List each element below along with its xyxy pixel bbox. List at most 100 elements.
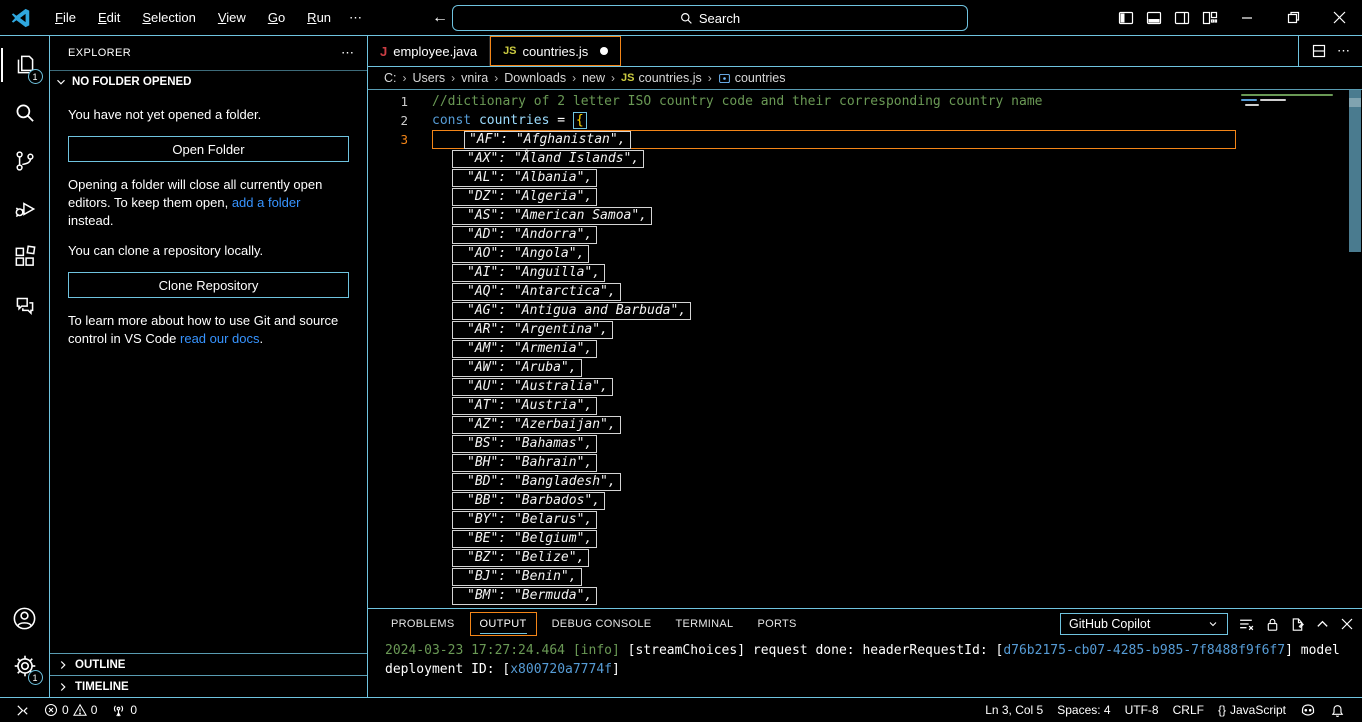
clear-output-icon[interactable] [1238,616,1255,633]
code-line[interactable]: "AD": "Andorra", [368,225,1362,244]
code-line[interactable]: 3"AF": "Afghanistan", [368,130,1362,149]
activity-chat[interactable] [1,282,49,328]
git-docs-note: To learn more about how to use Git and s… [68,312,349,348]
sidebar-actions[interactable]: ⋯ [341,45,355,61]
code-line[interactable]: "BY": "Belarus", [368,510,1362,529]
tab-countries-js[interactable]: JS countries.js [490,36,621,66]
menu-edit[interactable]: Edit [89,6,129,29]
timeline-section[interactable]: TIMELINE [50,675,367,697]
breadcrumb-item[interactable]: Users [411,71,448,85]
code-line[interactable]: "BZ": "Belize", [368,548,1362,567]
encoding[interactable]: UTF-8 [1118,703,1166,717]
code-line[interactable]: "AU": "Australia", [368,377,1362,396]
activity-extensions[interactable] [1,234,49,280]
account-button[interactable] [1,595,49,641]
settings-button[interactable]: 1 [1,643,49,689]
output-log[interactable]: 2024-03-23 17:27:24.464 [info] [streamCh… [368,639,1362,697]
code-line[interactable]: "BH": "Bahrain", [368,453,1362,472]
code-line[interactable]: "AL": "Albania", [368,168,1362,187]
lock-icon[interactable] [1265,617,1280,632]
code-line[interactable]: "BJ": "Benin", [368,567,1362,586]
code-line[interactable]: "BE": "Belgium", [368,529,1362,548]
minimize-button[interactable] [1224,0,1270,35]
restore-button[interactable] [1270,0,1316,35]
modified-dot-icon[interactable] [600,47,608,55]
code-line[interactable]: "AR": "Argentina", [368,320,1362,339]
menu-bar: FileEditSelectionViewGoRun [46,6,340,29]
output-channel-select[interactable]: GitHub Copilot [1060,613,1228,635]
copilot-status[interactable] [1293,702,1323,718]
code-line[interactable]: "AW": "Aruba", [368,358,1362,377]
code-line[interactable]: "AI": "Anguilla", [368,263,1362,282]
breadcrumb-item[interactable]: vnira [459,71,490,85]
menu-run[interactable]: Run [298,6,340,29]
back-arrow-icon[interactable]: ← [432,9,448,27]
menu-selection[interactable]: Selection [133,6,204,29]
breadcrumb-item[interactable]: JScountries.js [619,71,704,85]
panel-tab-terminal[interactable]: TERMINAL [666,613,742,635]
code-line[interactable]: "BS": "Bahamas", [368,434,1362,453]
breadcrumb-item[interactable]: countries [716,71,788,85]
toggle-sidebar-icon[interactable] [1112,4,1140,32]
tab-employee-java[interactable]: J employee.java [368,36,490,66]
toggle-secondary-sidebar-icon[interactable] [1168,4,1196,32]
breadcrumb-item[interactable]: new [580,71,607,85]
code-line[interactable]: "BB": "Barbados", [368,491,1362,510]
scrollbar-thumb[interactable] [1349,90,1361,252]
customize-layout-icon[interactable] [1196,4,1224,32]
panel-tab-output[interactable]: OUTPUT [470,612,537,636]
code-line[interactable]: "AQ": "Antarctica", [368,282,1362,301]
code-line[interactable]: "BD": "Bangladesh", [368,472,1362,491]
close-window-button[interactable] [1316,0,1362,35]
close-panel-icon[interactable] [1340,617,1354,631]
editor-scrollbar[interactable] [1348,90,1362,608]
breadcrumb-item[interactable]: C: [382,71,399,85]
code-line[interactable]: "AM": "Armenia", [368,339,1362,358]
maximize-panel-icon[interactable] [1315,617,1330,632]
menu-more[interactable]: ⋯ [340,6,372,30]
panel-tab-ports[interactable]: PORTS [748,613,805,635]
menu-view[interactable]: View [209,6,255,29]
editor-more-actions-icon[interactable]: ⋯ [1335,41,1352,61]
breadcrumb-item[interactable]: Downloads [502,71,568,85]
notifications[interactable] [1323,703,1352,718]
activity-search[interactable] [1,90,49,136]
activity-bar: 1 1 [0,36,50,697]
minimap[interactable] [1236,90,1348,608]
panel-tab-debug-console[interactable]: DEBUG CONSOLE [543,613,661,635]
activity-run-debug[interactable] [1,186,49,232]
section-no-folder-opened[interactable]: NO FOLDER OPENED [50,70,367,92]
code-line[interactable]: "AZ": "Azerbaijan", [368,415,1362,434]
remote-indicator[interactable] [8,698,37,722]
code-line[interactable]: "AO": "Angola", [368,244,1362,263]
cursor-position[interactable]: Ln 3, Col 5 [978,703,1050,717]
panel-tab-problems[interactable]: PROBLEMS [382,613,464,635]
read-our-docs-link[interactable]: read our docs [180,331,260,346]
activity-source-control[interactable] [1,138,49,184]
problems-status[interactable]: 0 0 [37,698,104,722]
split-editor-icon[interactable] [1309,41,1329,61]
command-center-search[interactable]: Search [452,5,968,31]
menu-file[interactable]: File [46,6,85,29]
code-line[interactable]: "AG": "Antigua and Barbuda", [368,301,1362,320]
outline-section[interactable]: OUTLINE [50,653,367,675]
code-line[interactable]: "AT": "Austria", [368,396,1362,415]
code-line[interactable]: "AS": "American Samoa", [368,206,1362,225]
activity-explorer[interactable]: 1 [1,42,49,88]
code-line[interactable]: "BM": "Bermuda", [368,586,1362,605]
menu-go[interactable]: Go [259,6,294,29]
eol-sequence[interactable]: CRLF [1166,703,1211,717]
code-line[interactable]: "AX": "Åland Islands", [368,149,1362,168]
open-folder-button[interactable]: Open Folder [68,136,349,162]
code-line[interactable]: 2 const countries = { [368,111,1362,130]
code-line[interactable]: 1 //dictionary of 2 letter ISO country c… [368,92,1362,111]
ports-status[interactable]: 0 [104,698,144,722]
clone-repository-button[interactable]: Clone Repository [68,272,349,298]
add-folder-link[interactable]: add a folder [232,195,301,210]
code-editor[interactable]: 1 //dictionary of 2 letter ISO country c… [368,90,1362,608]
language-mode[interactable]: {} JavaScript [1211,703,1293,717]
open-output-in-editor-icon[interactable] [1290,617,1305,632]
indentation[interactable]: Spaces: 4 [1050,703,1117,717]
code-line[interactable]: "DZ": "Algeria", [368,187,1362,206]
toggle-panel-icon[interactable] [1140,4,1168,32]
